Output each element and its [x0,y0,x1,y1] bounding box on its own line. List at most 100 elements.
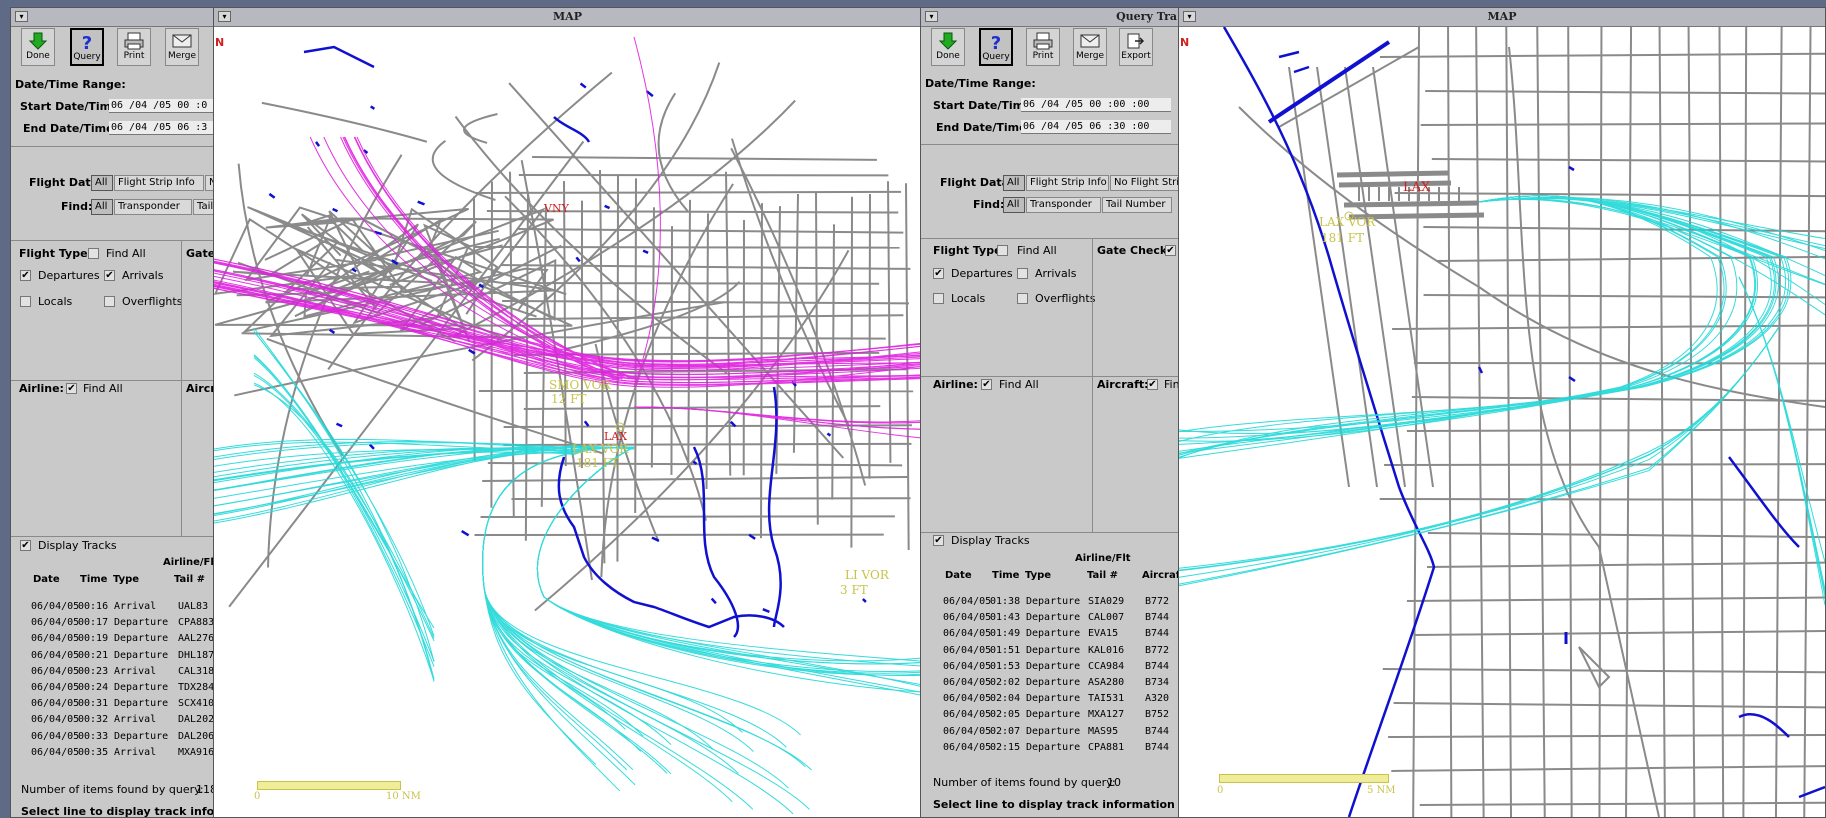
lax-vor-ft-label: 181 FT [1321,231,1365,245]
start-date-field[interactable]: 06 /04 /05 00 :0 [109,99,214,113]
done-button[interactable]: Done [931,28,965,66]
start-date-field[interactable]: 06 /04 /05 00 :00 :00 [1021,98,1171,112]
flight-data-all-button[interactable]: All [1003,175,1025,191]
export-button[interactable]: Export [1119,28,1153,66]
table-row[interactable]: 06/04/05 01:49 Departure EVA15 B744 [921,626,1179,641]
table-row[interactable]: 06/04/05 01:53 Departure CCA984 B744 [921,659,1179,674]
flight-data-all-button[interactable]: All [91,175,113,191]
right-map-titlebar[interactable]: MAP [1179,8,1825,27]
find-all-button[interactable]: All [91,199,113,215]
query-button[interactable]: ? Query [70,28,104,66]
locals-label: Locals [951,292,986,305]
right-query-titlebar[interactable]: Query Tra [921,8,1179,27]
table-row[interactable]: 06/04/05 00:23 Arrival CAL318 [11,664,214,679]
window-menu-icon[interactable]: ▾ [1183,11,1196,22]
find-all-checkbox[interactable] [88,248,99,259]
road [705,213,709,490]
gate-check-checkbox[interactable]: ✔ [1165,245,1176,256]
airline-find-all-checkbox[interactable]: ✔ [66,383,77,394]
table-row[interactable]: 06/04/05 02:04 Departure TAI531 A320 [921,691,1179,706]
divider [921,144,1179,145]
departure-track [1738,276,1825,563]
table-row[interactable]: 06/04/0500:21 Departure DHL1876 [11,648,214,663]
merge-button[interactable]: Merge [165,28,199,66]
departures-label: Departures [38,269,100,282]
overflights-checkbox[interactable] [1017,293,1028,304]
find-all-checkbox[interactable] [997,245,1008,256]
overflights-checkbox[interactable] [104,296,115,307]
arrival-track [253,327,435,679]
find-transponder-button[interactable]: Transponder [114,199,192,215]
table-row[interactable]: 06/04/05 01:51 Departure KAL016 B772 [921,643,1179,658]
end-date-field[interactable]: 06 /04 /05 06 :3 [109,121,214,135]
col-header-tail: Tail # [174,574,205,585]
arrivals-label: Arrivals [1035,267,1077,280]
find-transponder-button[interactable]: Transponder [1026,197,1101,213]
table-row[interactable]: 06/04/05 01:38 Departure SIA029 B772 [921,594,1179,609]
scale-bar [257,781,401,790]
locals-checkbox[interactable] [933,293,944,304]
display-tracks-checkbox[interactable]: ✔ [933,535,944,546]
table-row[interactable]: 06/04/05 00:17 Departure CPA883 [11,615,214,630]
flight-data-strip-button[interactable]: Flight Strip Info [1026,175,1109,191]
question-icon: ? [82,33,92,52]
right-map-canvas[interactable] [1179,27,1825,817]
display-tracks-checkbox[interactable]: ✔ [20,540,31,551]
query-button[interactable]: ? Query [979,28,1013,66]
left-map-titlebar[interactable]: MAP [214,8,921,27]
arrival-track [253,372,435,639]
cell-flt: SIA029 [1088,596,1125,607]
left-map-canvas[interactable] [214,27,921,817]
table-row[interactable]: 06/04/05 00:35 Arrival MXA916 [11,745,214,760]
aircraft-find-all-checkbox[interactable]: ✔ [1147,379,1158,390]
find-tail-button[interactable]: Tail Number [1102,197,1172,213]
water-body [328,328,336,334]
departures-checkbox[interactable]: ✔ [20,270,31,281]
locals-checkbox[interactable] [20,296,31,307]
road [887,181,892,463]
table-row[interactable]: 06/04/05 02:15 Departure CPA881 B744 [921,740,1179,755]
end-date-field[interactable]: 06 /04 /05 06 :30 :00 [1021,120,1171,134]
arrival-track [253,331,435,662]
arrivals-checkbox[interactable]: ✔ [104,270,115,281]
col-header-aircraft: Aircraf [1142,570,1180,581]
table-row[interactable]: 06/04/05 02:07 Departure MAS95 B744 [921,724,1179,739]
cell-date: 06/04/05 [943,725,992,737]
table-row[interactable]: 06/04/0500:32 Arrival DAL2027 [11,712,214,727]
done-button[interactable]: Done [21,28,55,66]
window-menu-icon[interactable]: ▾ [218,11,231,22]
find-all-button[interactable]: All [1003,197,1025,213]
find-all-label: Find All [106,247,146,260]
print-button[interactable]: Print [117,28,151,66]
export-icon [1127,33,1145,49]
airline-label: Airline: [933,378,978,391]
arrivals-checkbox[interactable] [1017,268,1028,279]
window-menu-icon[interactable]: ▾ [15,11,28,22]
table-row[interactable]: 06/04/05 02:02 Departure ASA280 B734 [921,675,1179,690]
find-tail-button[interactable]: Tail I [193,199,214,215]
merge-button[interactable]: Merge [1073,28,1107,66]
table-row[interactable]: 06/04/05 00:19 Departure AAL276 [11,631,214,646]
freeway [1278,46,1420,128]
departures-checkbox[interactable]: ✔ [933,268,944,279]
flight-data-strip-button[interactable]: Flight Strip Info [114,175,204,191]
table-row[interactable]: 06/04/05 01:43 Departure CAL007 B744 [921,610,1179,625]
table-row[interactable]: 06/04/0500:33 Departure DAL2062 [11,729,214,744]
table-row[interactable]: 06/04/05 00:31 Departure SCX410 [11,696,214,711]
cell-time: 01:51 [990,644,1021,656]
cell-flt: MXA127 [1088,709,1125,721]
left-query-titlebar[interactable] [11,8,214,27]
flight-data-none-button[interactable]: No Flight Stri [1110,175,1179,191]
window-menu-icon[interactable]: ▾ [925,11,938,22]
airline-find-all-checkbox[interactable]: ✔ [981,379,992,390]
lake [1798,785,1825,799]
print-button[interactable]: Print [1026,28,1060,66]
cell-date: 06/04/05 [31,682,80,693]
table-row[interactable]: 06/04/05 00:16 Arrival UAL83 [11,599,214,614]
runway [1338,180,1452,188]
divider [181,380,182,536]
table-row[interactable]: 06/04/05 02:05 Departure MXA127 B752 [921,707,1179,722]
departure-track [1738,276,1825,594]
cell-ac: B772 [1145,596,1170,607]
table-row[interactable]: 06/04/0500:24 Departure TDX2842 [11,680,214,695]
